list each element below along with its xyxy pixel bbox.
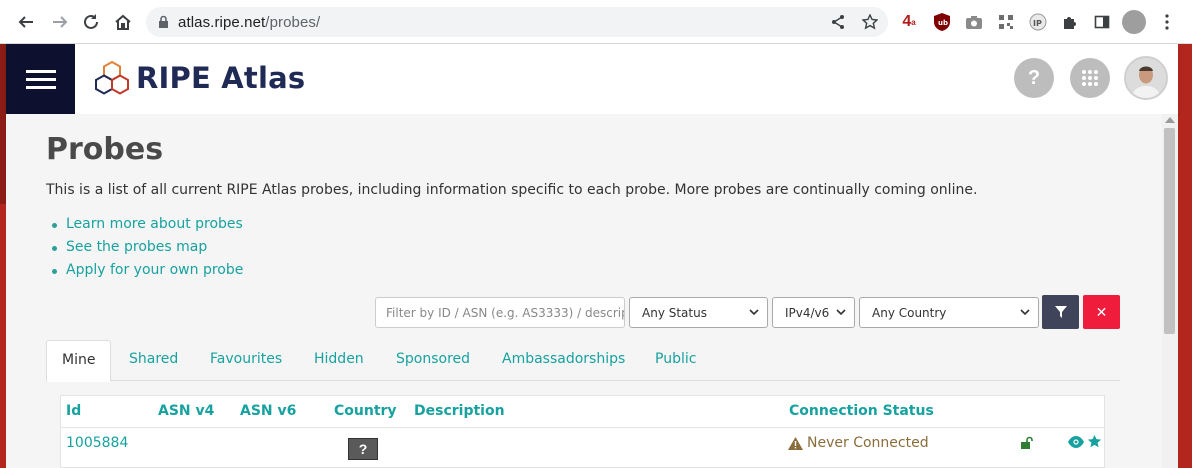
tab-shared[interactable]: Shared bbox=[129, 340, 178, 381]
unlocked-icon[interactable] bbox=[1020, 436, 1034, 454]
info-links: Learn more about probes See the probes m… bbox=[50, 216, 243, 285]
user-avatar[interactable] bbox=[1124, 56, 1168, 100]
svg-text:IP: IP bbox=[1033, 19, 1042, 28]
scrollbar-thumb[interactable] bbox=[1164, 128, 1175, 334]
bookmark-star-icon[interactable] bbox=[861, 13, 879, 30]
unknown-country-flag: ? bbox=[348, 438, 378, 460]
column-header-asn-v6[interactable]: ASN v6 bbox=[240, 403, 296, 419]
qr-code-icon[interactable] bbox=[996, 12, 1016, 32]
menu-kebab-icon[interactable] bbox=[1157, 12, 1177, 32]
clear-filter-button[interactable]: ✕ bbox=[1083, 295, 1120, 329]
lock-icon bbox=[158, 15, 169, 34]
scroll-up-arrow-icon[interactable] bbox=[1165, 117, 1175, 123]
camera-icon[interactable] bbox=[964, 12, 984, 32]
column-header-connection-status[interactable]: Connection Status bbox=[789, 403, 934, 419]
hamburger-menu-button[interactable] bbox=[6, 44, 75, 114]
main-content: Probes This is a list of all current RIP… bbox=[6, 114, 1162, 468]
grid-icon bbox=[1082, 70, 1098, 86]
probe-search-input[interactable]: Filter by ID / ASN (e.g. AS3333) / descr… bbox=[375, 297, 625, 328]
profile-avatar-icon[interactable] bbox=[1122, 10, 1146, 34]
svg-text:ub: ub bbox=[938, 19, 948, 27]
column-header-description[interactable]: Description bbox=[414, 403, 505, 419]
connection-status: Never Connected bbox=[788, 435, 929, 451]
page-intro: This is a list of all current RIPE Atlas… bbox=[46, 182, 978, 198]
tab-ambassadorships[interactable]: Ambassadorships bbox=[502, 340, 625, 381]
table-row-divider bbox=[61, 427, 1104, 428]
window-edge-right bbox=[1178, 44, 1192, 468]
chevron-down-icon bbox=[749, 309, 759, 316]
column-header-asn-v4[interactable]: ASN v4 bbox=[158, 403, 214, 419]
tab-favourites[interactable]: Favourites bbox=[210, 340, 282, 381]
list-item: Learn more about probes bbox=[50, 216, 243, 239]
ip-version-select[interactable]: IPv4/v6 bbox=[772, 297, 855, 328]
eye-icon[interactable] bbox=[1068, 436, 1084, 452]
share-icon[interactable] bbox=[830, 14, 846, 30]
tab-mine[interactable]: Mine bbox=[46, 340, 112, 382]
forward-arrow-icon[interactable] bbox=[48, 10, 72, 34]
funnel-icon bbox=[1054, 306, 1067, 318]
probes-table: Id ASN v4 ASN v6 Country Description Con… bbox=[60, 395, 1105, 468]
ip-info-icon[interactable]: IP bbox=[1028, 12, 1048, 32]
probes-map-link[interactable]: See the probes map bbox=[66, 239, 207, 255]
logo-text: RIPE Atlas bbox=[136, 61, 306, 95]
ripe-atlas-logo[interactable]: RIPE Atlas bbox=[94, 60, 305, 96]
chevron-down-icon bbox=[1020, 309, 1030, 316]
browser-toolbar: atlas.ripe.net/probes/ 4a ub IP bbox=[0, 0, 1192, 44]
ublock-icon[interactable]: ub bbox=[932, 12, 952, 32]
page-scrollbar[interactable] bbox=[1162, 114, 1178, 468]
chevron-down-icon bbox=[836, 309, 846, 316]
side-panel-icon[interactable] bbox=[1092, 12, 1112, 32]
learn-more-link[interactable]: Learn more about probes bbox=[66, 216, 243, 232]
page-title: Probes bbox=[46, 132, 164, 167]
back-arrow-icon[interactable] bbox=[14, 10, 38, 34]
home-icon[interactable] bbox=[111, 10, 135, 34]
country-select[interactable]: Any Country bbox=[859, 297, 1039, 328]
warning-icon bbox=[788, 436, 803, 450]
url-text: atlas.ripe.net/probes/ bbox=[178, 14, 321, 31]
probe-tabs: Mine Shared Favourites Hidden Sponsored … bbox=[46, 340, 1120, 382]
apply-filter-button[interactable] bbox=[1042, 295, 1079, 329]
column-header-id[interactable]: Id bbox=[66, 403, 81, 419]
address-bar[interactable]: atlas.ripe.net/probes/ bbox=[146, 7, 888, 37]
favourite-star-icon[interactable] bbox=[1087, 434, 1102, 453]
atlas-hexagon-icon bbox=[95, 60, 129, 95]
probe-id-link[interactable]: 1005884 bbox=[66, 435, 128, 451]
extension-badge-icon[interactable]: 4a bbox=[899, 12, 919, 32]
apps-grid-button[interactable] bbox=[1070, 58, 1110, 98]
tab-sponsored[interactable]: Sponsored bbox=[396, 340, 470, 381]
tab-hidden[interactable]: Hidden bbox=[314, 340, 364, 381]
list-item: Apply for your own probe bbox=[50, 262, 243, 285]
list-item: See the probes map bbox=[50, 239, 243, 262]
column-header-country[interactable]: Country bbox=[334, 403, 397, 419]
tab-public[interactable]: Public bbox=[655, 340, 696, 381]
app-header: RIPE Atlas ? bbox=[6, 44, 1178, 114]
help-button[interactable]: ? bbox=[1014, 58, 1054, 98]
puzzle-icon[interactable] bbox=[1060, 12, 1080, 32]
reload-icon[interactable] bbox=[79, 10, 103, 34]
apply-probe-link[interactable]: Apply for your own probe bbox=[66, 262, 243, 278]
status-select[interactable]: Any Status bbox=[629, 297, 768, 328]
